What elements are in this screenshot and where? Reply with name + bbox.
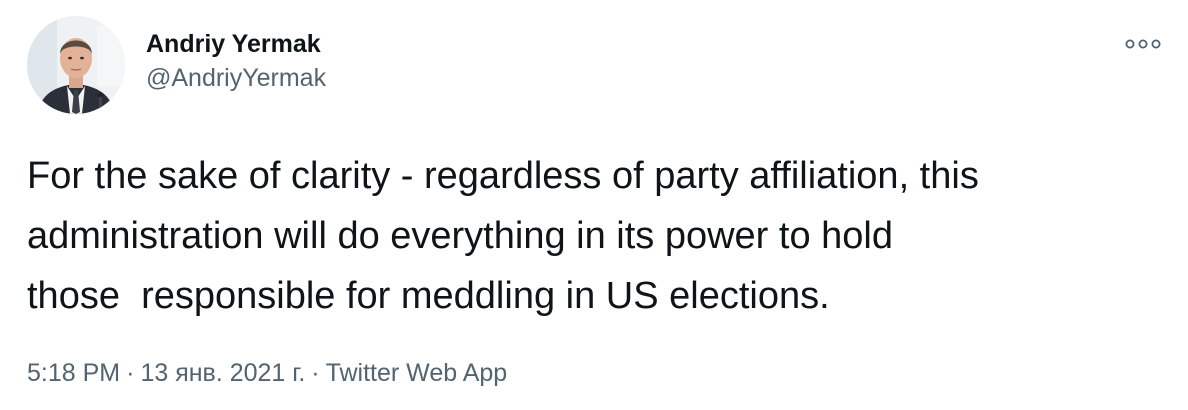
- tweet-source[interactable]: Twitter Web App: [326, 359, 508, 387]
- avatar-photo: [27, 16, 125, 114]
- user-handle[interactable]: @AndriyYermak: [146, 62, 326, 94]
- separator: ·: [126, 359, 135, 387]
- tweet-card: Andriy Yermak @AndriyYermak For the sake…: [0, 0, 1188, 410]
- more-options-button[interactable]: [1124, 34, 1164, 54]
- more-options-icon: [1125, 39, 1161, 49]
- tweet-date[interactable]: 13 янв. 2021 г.: [140, 359, 305, 387]
- author-info: Andriy Yermak @AndriyYermak: [146, 28, 326, 94]
- tweet-time[interactable]: 5:18 PM: [27, 359, 120, 387]
- tweet-metadata: 5:18 PM · 13 янв. 2021 г. · Twitter Web App: [27, 356, 507, 390]
- tweet-text: For the sake of clarity - regardless of …: [27, 155, 979, 317]
- separator: ·: [311, 359, 320, 387]
- avatar[interactable]: [27, 16, 125, 114]
- display-name[interactable]: Andriy Yermak: [146, 28, 326, 60]
